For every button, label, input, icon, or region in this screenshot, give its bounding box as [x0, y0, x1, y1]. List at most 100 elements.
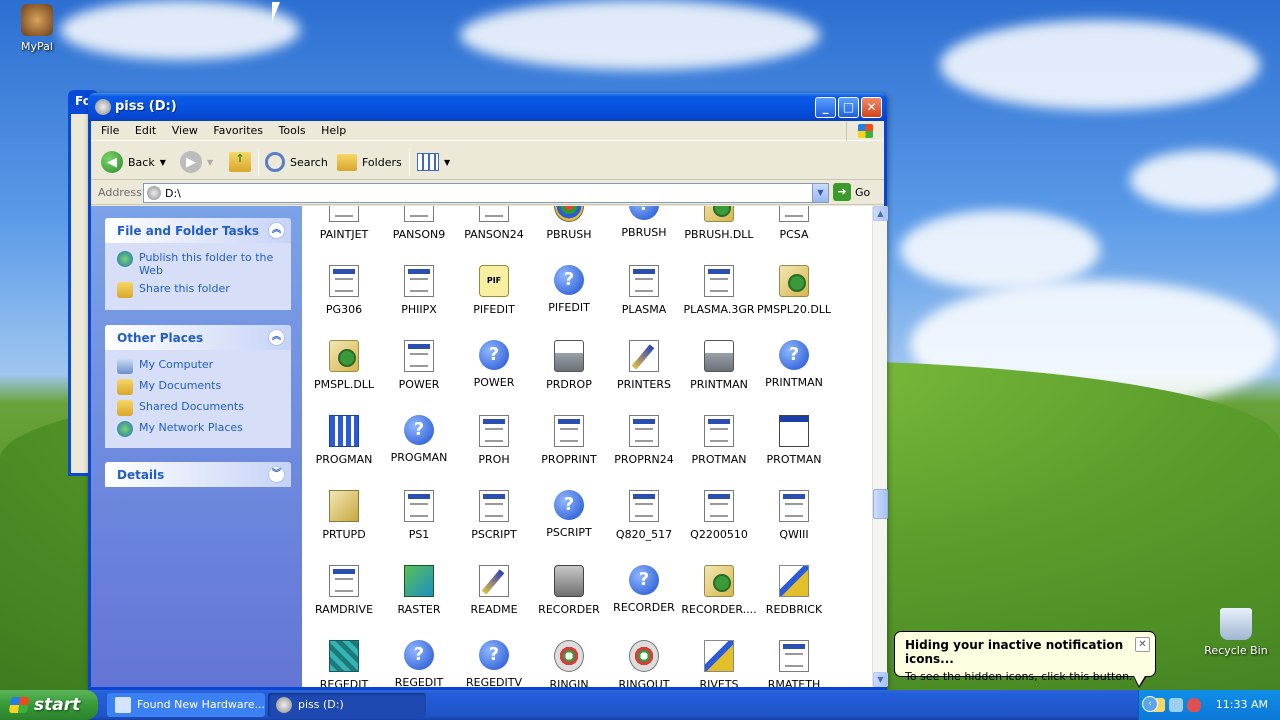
- panel-header[interactable]: Details ︾: [105, 462, 291, 487]
- file-item[interactable]: PROH: [454, 415, 534, 466]
- panel-header[interactable]: File and Folder Tasks ︽: [105, 218, 291, 243]
- file-item[interactable]: PSCRIPT: [454, 490, 534, 541]
- clock[interactable]: 11:33 AM: [1216, 698, 1268, 711]
- file-item[interactable]: RAMDRIVE: [304, 565, 384, 616]
- file-item[interactable]: ? POWER: [454, 340, 534, 389]
- file-item[interactable]: RECORDER....: [679, 565, 759, 616]
- file-list: PAINTJET PANSON9 PANSON24 PBRUSH? PBRUSH PBRU…: [302, 206, 872, 687]
- back-button[interactable]: ◀ Back ▼: [101, 150, 166, 174]
- file-item[interactable]: PLASMA: [604, 265, 684, 316]
- collapse-icon[interactable]: ︽: [268, 222, 285, 239]
- menu-help[interactable]: Help: [315, 121, 352, 140]
- file-item[interactable]: README: [454, 565, 534, 616]
- file-item[interactable]: PRDROP: [529, 340, 609, 391]
- close-icon[interactable]: ✕: [1135, 637, 1150, 652]
- notification-balloon[interactable]: Hiding your inactive notification icons.…: [894, 631, 1156, 688]
- file-item[interactable]: RMATETH: [754, 640, 834, 687]
- file-item[interactable]: PCSA: [754, 206, 834, 241]
- vertical-scrollbar[interactable]: ▲ ▼: [872, 206, 888, 687]
- desktop-icon-mypal[interactable]: MyPal: [1, 4, 73, 53]
- details-panel: Details ︾: [105, 462, 291, 487]
- title-bar[interactable]: piss (D:) _ □ ✕: [88, 93, 887, 121]
- close-button[interactable]: ✕: [861, 97, 882, 118]
- share-folder-link[interactable]: Share this folder: [117, 282, 279, 298]
- menu-edit[interactable]: Edit: [129, 121, 162, 140]
- file-item[interactable]: PG306: [304, 265, 384, 316]
- file-item[interactable]: ? RECORDER: [604, 565, 684, 614]
- scroll-up-icon[interactable]: ▲: [873, 206, 888, 221]
- shared-documents-link[interactable]: Shared Documents: [117, 400, 279, 416]
- file-item[interactable]: ? PROGMAN: [379, 415, 459, 464]
- taskbar-item-explorer[interactable]: piss (D:): [268, 693, 426, 717]
- scroll-down-icon[interactable]: ▼: [873, 672, 888, 687]
- file-item[interactable]: PMSPL20.DLL: [754, 265, 834, 316]
- file-item[interactable]: REGEDIT: [304, 640, 384, 687]
- start-button[interactable]: start: [0, 690, 98, 720]
- file-item[interactable]: ? PIFEDIT: [529, 265, 609, 314]
- file-item[interactable]: PANSON9: [379, 206, 459, 241]
- chevron-down-icon[interactable]: ▼: [812, 184, 828, 202]
- address-input[interactable]: D:\ ▼: [143, 183, 829, 203]
- file-item[interactable]: RINGOUT: [604, 640, 684, 687]
- chevron-down-icon[interactable]: ▼: [160, 158, 166, 167]
- taskbar-item-found-new-hardware[interactable]: Found New Hardware...: [107, 693, 265, 717]
- my-network-places-link[interactable]: My Network Places: [117, 421, 279, 437]
- folders-button[interactable]: Folders: [337, 150, 402, 174]
- file-item[interactable]: RECORDER: [529, 565, 609, 616]
- link-label: Shared Documents: [139, 400, 244, 413]
- file-item[interactable]: PRTUPD: [304, 490, 384, 541]
- panel-header[interactable]: Other Places ︽: [105, 325, 291, 350]
- file-item[interactable]: PAINTJET: [304, 206, 384, 241]
- menu-tools[interactable]: Tools: [273, 121, 312, 140]
- file-item[interactable]: PRINTMAN: [679, 340, 759, 391]
- file-item[interactable]: PMSPL.DLL: [304, 340, 384, 391]
- file-item[interactable]: ? REGEDITV: [454, 640, 534, 687]
- file-item[interactable]: PROTMAN: [754, 415, 834, 466]
- my-computer-link[interactable]: My Computer: [117, 358, 279, 374]
- file-item[interactable]: POWER: [379, 340, 459, 391]
- file-item[interactable]: PBRUSH.DLL: [679, 206, 759, 241]
- file-item[interactable]: Q820_517: [604, 490, 684, 541]
- file-item[interactable]: QWIII: [754, 490, 834, 541]
- maximize-button[interactable]: □: [838, 97, 859, 118]
- file-item[interactable]: PHIIPX: [379, 265, 459, 316]
- file-item[interactable]: RINGIN: [529, 640, 609, 687]
- scroll-thumb[interactable]: [873, 489, 888, 519]
- file-item[interactable]: RASTER: [379, 565, 459, 616]
- my-documents-link[interactable]: My Documents: [117, 379, 279, 395]
- file-item[interactable]: PRINTERS: [604, 340, 684, 391]
- menu-file[interactable]: File: [95, 121, 125, 140]
- file-item[interactable]: PROPRN24: [604, 415, 684, 466]
- publish-folder-link[interactable]: Publish this folder to the Web: [117, 251, 279, 277]
- file-item[interactable]: ? REGEDIT: [379, 640, 459, 687]
- minimize-button[interactable]: _: [815, 97, 836, 118]
- file-item[interactable]: ? PBRUSH: [604, 206, 684, 239]
- prog-file-icon: [329, 415, 359, 447]
- file-item[interactable]: RIVETS: [679, 640, 759, 687]
- file-item[interactable]: PROTMAN: [679, 415, 759, 466]
- file-item[interactable]: Q2200510: [679, 490, 759, 541]
- collapse-icon[interactable]: ︽: [268, 329, 285, 346]
- search-button[interactable]: Search: [265, 150, 328, 174]
- file-item[interactable]: PIF PIFEDIT: [454, 265, 534, 316]
- forward-button[interactable]: ▶ ▼: [180, 150, 213, 174]
- desktop-icon-recycle-bin[interactable]: Recycle Bin: [1200, 608, 1272, 657]
- up-folder-button[interactable]: ↑: [229, 150, 251, 174]
- show-hidden-icons-button[interactable]: ‹: [1142, 696, 1158, 712]
- views-button[interactable]: ▼: [417, 150, 450, 174]
- file-item[interactable]: ? PSCRIPT: [529, 490, 609, 539]
- expand-icon[interactable]: ︾: [268, 466, 285, 483]
- file-item[interactable]: PS1: [379, 490, 459, 541]
- file-item[interactable]: ? PRINTMAN: [754, 340, 834, 389]
- menu-favorites[interactable]: Favorites: [207, 121, 269, 140]
- file-item[interactable]: PROGMAN: [304, 415, 384, 466]
- tray-security-icon[interactable]: [1187, 698, 1201, 712]
- menu-view[interactable]: View: [166, 121, 204, 140]
- tray-network-icon[interactable]: [1169, 698, 1183, 712]
- go-button[interactable]: ➜ Go: [833, 183, 870, 201]
- file-item[interactable]: PROPRINT: [529, 415, 609, 466]
- file-item[interactable]: REDBRICK: [754, 565, 834, 616]
- file-item[interactable]: PBRUSH: [529, 206, 609, 241]
- file-item[interactable]: PANSON24: [454, 206, 534, 241]
- file-item[interactable]: PLASMA.3GR: [679, 265, 759, 316]
